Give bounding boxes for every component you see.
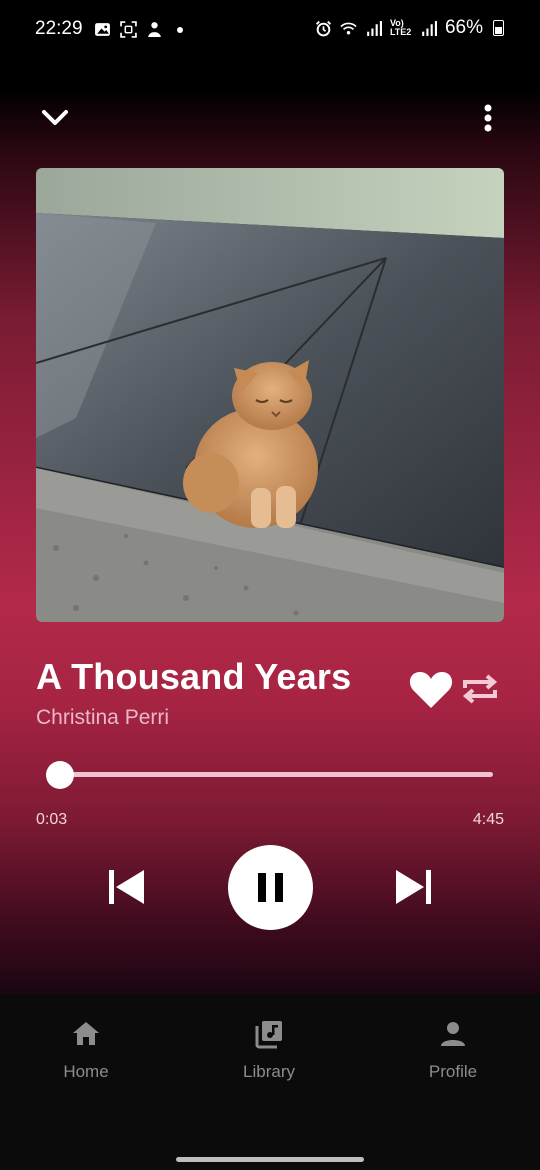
battery-percent: 66%: [444, 17, 483, 38]
artwork-image: [36, 168, 504, 622]
more-notifications-dot: [177, 26, 183, 33]
system-icons: Vo) LTE2 66%: [315, 17, 504, 39]
alarm-icon: [315, 20, 332, 36]
network-type-label: Vo) LTE2: [389, 18, 412, 37]
player-header: [0, 100, 540, 140]
nav-home-label: Home: [63, 1062, 109, 1081]
pause-icon: [258, 873, 283, 902]
skip-next-icon[interactable]: [394, 867, 434, 907]
current-time: 0:03: [36, 811, 68, 828]
total-time: 4:45: [472, 811, 504, 828]
nav-profile-label: Profile: [428, 1062, 478, 1081]
song-artist: Christina Perri: [36, 706, 170, 729]
status-time: 22:29: [35, 18, 83, 39]
repeat-icon[interactable]: [459, 668, 501, 710]
status-bar: 22:29 Vo) LTE2 66%: [0, 0, 540, 62]
signal-icon-1: [367, 20, 382, 36]
home-icon: [73, 1022, 99, 1045]
app-notification-icon: [148, 22, 161, 37]
signal-icon-2: [422, 20, 437, 36]
album-artwork: [36, 168, 504, 622]
nav-library[interactable]: Library: [209, 1018, 329, 1082]
skip-previous-icon[interactable]: [106, 867, 146, 907]
gallery-icon: [95, 23, 110, 36]
progress-track[interactable]: [55, 772, 493, 777]
notification-icons: [94, 21, 183, 38]
screenshot-icon: [120, 21, 137, 38]
progress-knob[interactable]: [45, 761, 74, 789]
gesture-home-bar[interactable]: [176, 1157, 364, 1162]
battery-icon: [493, 20, 504, 36]
chevron-down-icon[interactable]: [38, 100, 74, 136]
library-music-icon: [255, 1021, 282, 1049]
pause-button[interactable]: [228, 845, 313, 930]
person-icon: [441, 1022, 465, 1046]
more-vertical-icon[interactable]: [468, 100, 504, 136]
wifi-icon: [340, 22, 357, 34]
nav-library-label: Library: [243, 1062, 295, 1081]
nav-profile[interactable]: Profile: [393, 1018, 513, 1082]
heart-icon[interactable]: [408, 668, 454, 712]
progress-slider[interactable]: [45, 761, 493, 789]
song-title: A Thousand Years: [36, 656, 352, 697]
bottom-navigation: Home Library Profile: [0, 994, 540, 1170]
nav-home[interactable]: Home: [26, 1018, 146, 1082]
